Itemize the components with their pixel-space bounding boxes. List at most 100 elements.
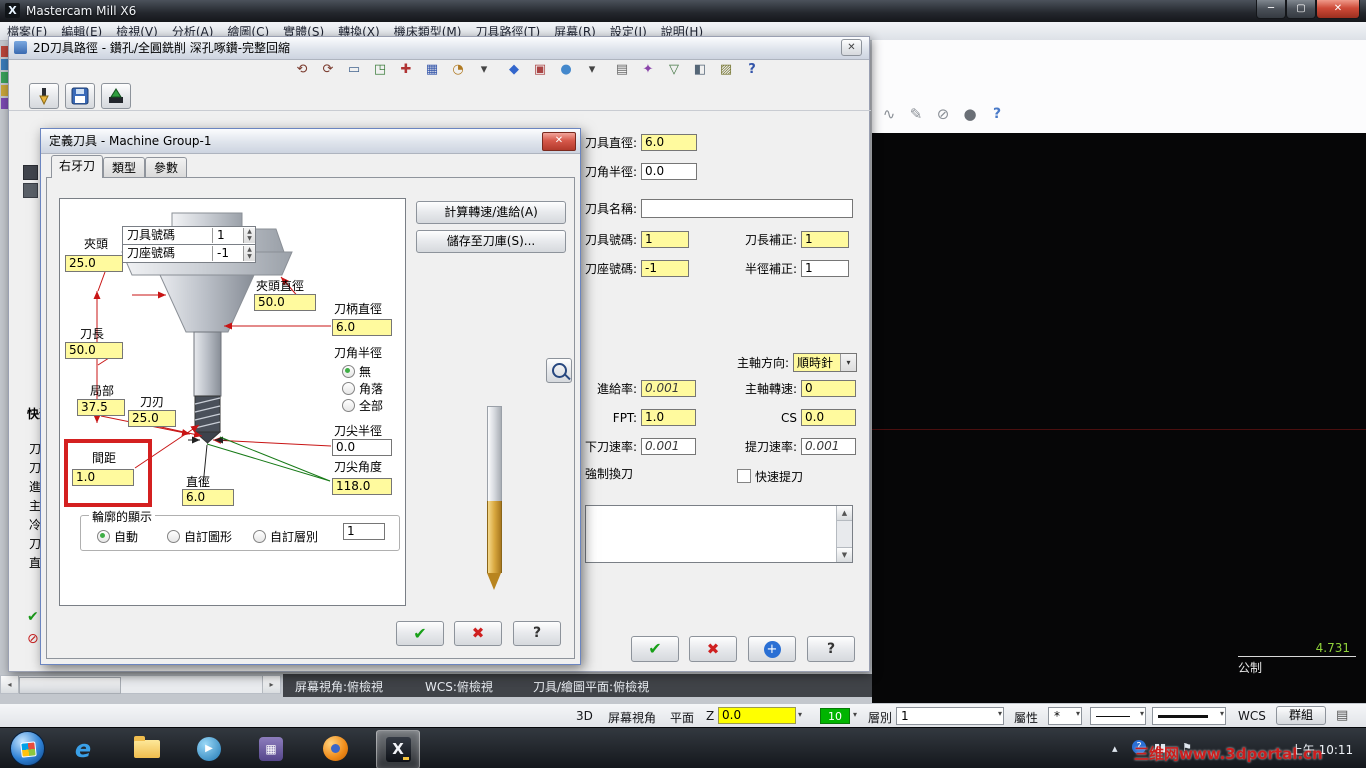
redo-icon[interactable]: ⟳ bbox=[317, 60, 339, 80]
flute-field[interactable]: 25.0 bbox=[128, 410, 176, 427]
tool-number-box[interactable]: 刀具號碼 1 ▲ ▼ bbox=[122, 226, 256, 245]
tab-parameters[interactable]: 參數 bbox=[145, 157, 187, 178]
tool-number-value[interactable]: 1 bbox=[212, 228, 243, 243]
scroll-right-icon[interactable]: ▸ bbox=[262, 676, 280, 693]
tab-type[interactable]: 類型 bbox=[103, 157, 145, 178]
save-to-library-button[interactable]: 儲存至刀庫(S)... bbox=[416, 230, 566, 253]
calc-speed-feed-button[interactable]: 計算轉速/進給(A) bbox=[416, 201, 566, 224]
star-icon[interactable]: ✦ bbox=[637, 60, 659, 80]
taskbar-media-player[interactable]: ▶ bbox=[188, 730, 230, 767]
help-icon[interactable]: ? bbox=[741, 60, 763, 80]
start-button[interactable] bbox=[10, 731, 45, 766]
verify-button[interactable] bbox=[101, 83, 131, 109]
retract-rate-field[interactable]: 0.001 bbox=[801, 438, 856, 455]
cs-field[interactable]: 0.0 bbox=[801, 409, 856, 426]
select-tool-button[interactable] bbox=[29, 83, 59, 109]
spindle-direction-dropdown[interactable]: 順時針 ▾ bbox=[793, 353, 857, 372]
tip-radius-field[interactable]: 0.0 bbox=[332, 439, 392, 456]
ok-button[interactable]: ✔ bbox=[631, 636, 679, 662]
corner-full-radio[interactable]: 全部 bbox=[342, 395, 383, 414]
grid-menu-icon[interactable]: ▤ bbox=[1336, 708, 1348, 723]
line-width-dropdown[interactable]: ▾ bbox=[1152, 707, 1226, 725]
level-dropdown[interactable]: 1 ▾ bbox=[896, 707, 1004, 725]
tree-item-icon[interactable] bbox=[23, 183, 38, 198]
holder-number-field[interactable]: -1 bbox=[641, 260, 689, 277]
maximize-button[interactable]: ▢ bbox=[1286, 0, 1316, 19]
help-icon[interactable]: ? bbox=[986, 104, 1008, 124]
gview-button[interactable]: 屏幕視角 bbox=[608, 709, 656, 726]
tool-name-field[interactable] bbox=[641, 199, 853, 218]
tab-right-tap[interactable]: 右牙刀 bbox=[51, 155, 103, 178]
tip-angle-field[interactable]: 118.0 bbox=[332, 478, 392, 495]
dropdown-icon[interactable]: ▾ bbox=[473, 60, 495, 80]
grid-icon[interactable]: ▦ bbox=[421, 60, 443, 80]
chevron-down-icon[interactable]: ▾ bbox=[853, 710, 857, 719]
save-parameters-button[interactable] bbox=[65, 83, 95, 109]
taskbar-firefox[interactable] bbox=[314, 730, 356, 767]
comment-listbox[interactable]: ▲ ▼ bbox=[585, 505, 853, 563]
plus-icon[interactable]: ✚ bbox=[395, 60, 417, 80]
tool-number-field[interactable]: 1 bbox=[641, 231, 689, 248]
undo-icon[interactable]: ⟲ bbox=[291, 60, 313, 80]
profile-auto-radio[interactable]: 自動 bbox=[97, 526, 138, 545]
scroll-down-icon[interactable]: ▼ bbox=[837, 547, 852, 562]
spinner-icon[interactable]: ▲ ▼ bbox=[243, 228, 255, 243]
define-tool-titlebar[interactable]: 定義刀具 - Machine Group-1 ✕ bbox=[41, 129, 580, 154]
spindle-speed-field[interactable]: 0 bbox=[801, 380, 856, 397]
graphics-viewport[interactable]: 4.731 公制 bbox=[872, 133, 1366, 703]
half-icon[interactable]: ◧ bbox=[689, 60, 711, 80]
taskbar-ie[interactable]: e bbox=[62, 730, 104, 767]
scrollbar-vertical[interactable]: ▲ ▼ bbox=[836, 506, 852, 562]
taskbar-mastercam-active[interactable]: X bbox=[376, 730, 420, 768]
profile-custom-geo-radio[interactable]: 自訂圖形 bbox=[167, 526, 232, 545]
rows-icon[interactable]: ▤ bbox=[611, 60, 633, 80]
chuck-field[interactable]: 25.0 bbox=[65, 255, 123, 272]
preview-button[interactable] bbox=[546, 358, 572, 383]
profile-custom-level-radio[interactable]: 自訂層別 bbox=[253, 526, 318, 545]
dropdown-icon[interactable]: ▾ bbox=[581, 60, 603, 80]
wcs-button[interactable]: WCS bbox=[1238, 709, 1266, 723]
tool-dia-field[interactable]: 6.0 bbox=[641, 134, 697, 151]
dot-icon[interactable]: ● bbox=[555, 60, 577, 80]
pie-icon[interactable]: ◔ bbox=[447, 60, 469, 80]
edit-icon[interactable]: ✎ bbox=[905, 104, 927, 124]
line-style-dropdown[interactable]: ▾ bbox=[1090, 707, 1146, 725]
hatch-icon[interactable]: ▨ bbox=[715, 60, 737, 80]
radius-offset-field[interactable]: 1 bbox=[801, 260, 849, 277]
attributes-button[interactable]: 屬性 bbox=[1014, 709, 1038, 726]
close-button[interactable]: ✕ bbox=[1316, 0, 1360, 19]
minimize-button[interactable]: ─ bbox=[1256, 0, 1286, 19]
holder-number-value[interactable]: -1 bbox=[212, 246, 243, 261]
taskbar-explorer[interactable] bbox=[126, 730, 168, 767]
diameter-field[interactable]: 6.0 bbox=[182, 489, 234, 506]
color-swatch[interactable]: 10 bbox=[820, 708, 850, 724]
shank-dia-field[interactable]: 6.0 bbox=[332, 319, 392, 336]
tree-item-icon[interactable] bbox=[23, 165, 38, 180]
spinner-icon[interactable]: ▲ ▼ bbox=[243, 246, 255, 261]
planes-button[interactable]: 平面 bbox=[670, 709, 694, 726]
scroll-left-icon[interactable]: ◂ bbox=[1, 676, 19, 693]
tri-icon[interactable]: ▽ bbox=[663, 60, 685, 80]
length-field[interactable]: 50.0 bbox=[65, 342, 123, 359]
holder-number-box[interactable]: 刀座號碼 -1 ▲ ▼ bbox=[122, 244, 256, 263]
toolpath-dialog-titlebar[interactable]: 2D刀具路徑 - 鑽孔/全圓銑削 深孔啄鑽-完整回縮 ✕ bbox=[9, 37, 869, 60]
scroll-up-icon[interactable]: ▲ bbox=[837, 506, 852, 521]
chevron-down-icon[interactable]: ▾ bbox=[840, 354, 856, 371]
scrollbar-horizontal[interactable]: ◂ ▸ bbox=[0, 675, 281, 694]
z-depth-field[interactable]: 0.0 bbox=[718, 707, 796, 724]
length-offset-field[interactable]: 1 bbox=[801, 231, 849, 248]
square-icon[interactable]: ▣ bbox=[529, 60, 551, 80]
wave-icon[interactable]: ∿ bbox=[878, 104, 900, 124]
scroll-thumb[interactable] bbox=[19, 677, 121, 694]
corner-radius-field[interactable]: 0.0 bbox=[641, 163, 697, 180]
fpt-field[interactable]: 1.0 bbox=[641, 409, 696, 426]
corner-icon[interactable]: ◳ bbox=[369, 60, 391, 80]
ok-button[interactable]: ✔ bbox=[396, 621, 444, 646]
tray-expand-icon[interactable]: ▴ bbox=[1112, 742, 1118, 755]
toolpath-dialog-close-button[interactable]: ✕ bbox=[841, 39, 862, 56]
diamond-icon[interactable]: ◆ bbox=[503, 60, 525, 80]
circle-icon[interactable]: ● bbox=[959, 104, 981, 124]
groups-button[interactable]: 群組 bbox=[1276, 706, 1326, 725]
close-button[interactable]: ✕ bbox=[542, 132, 576, 151]
help-button[interactable]: ? bbox=[513, 621, 561, 646]
